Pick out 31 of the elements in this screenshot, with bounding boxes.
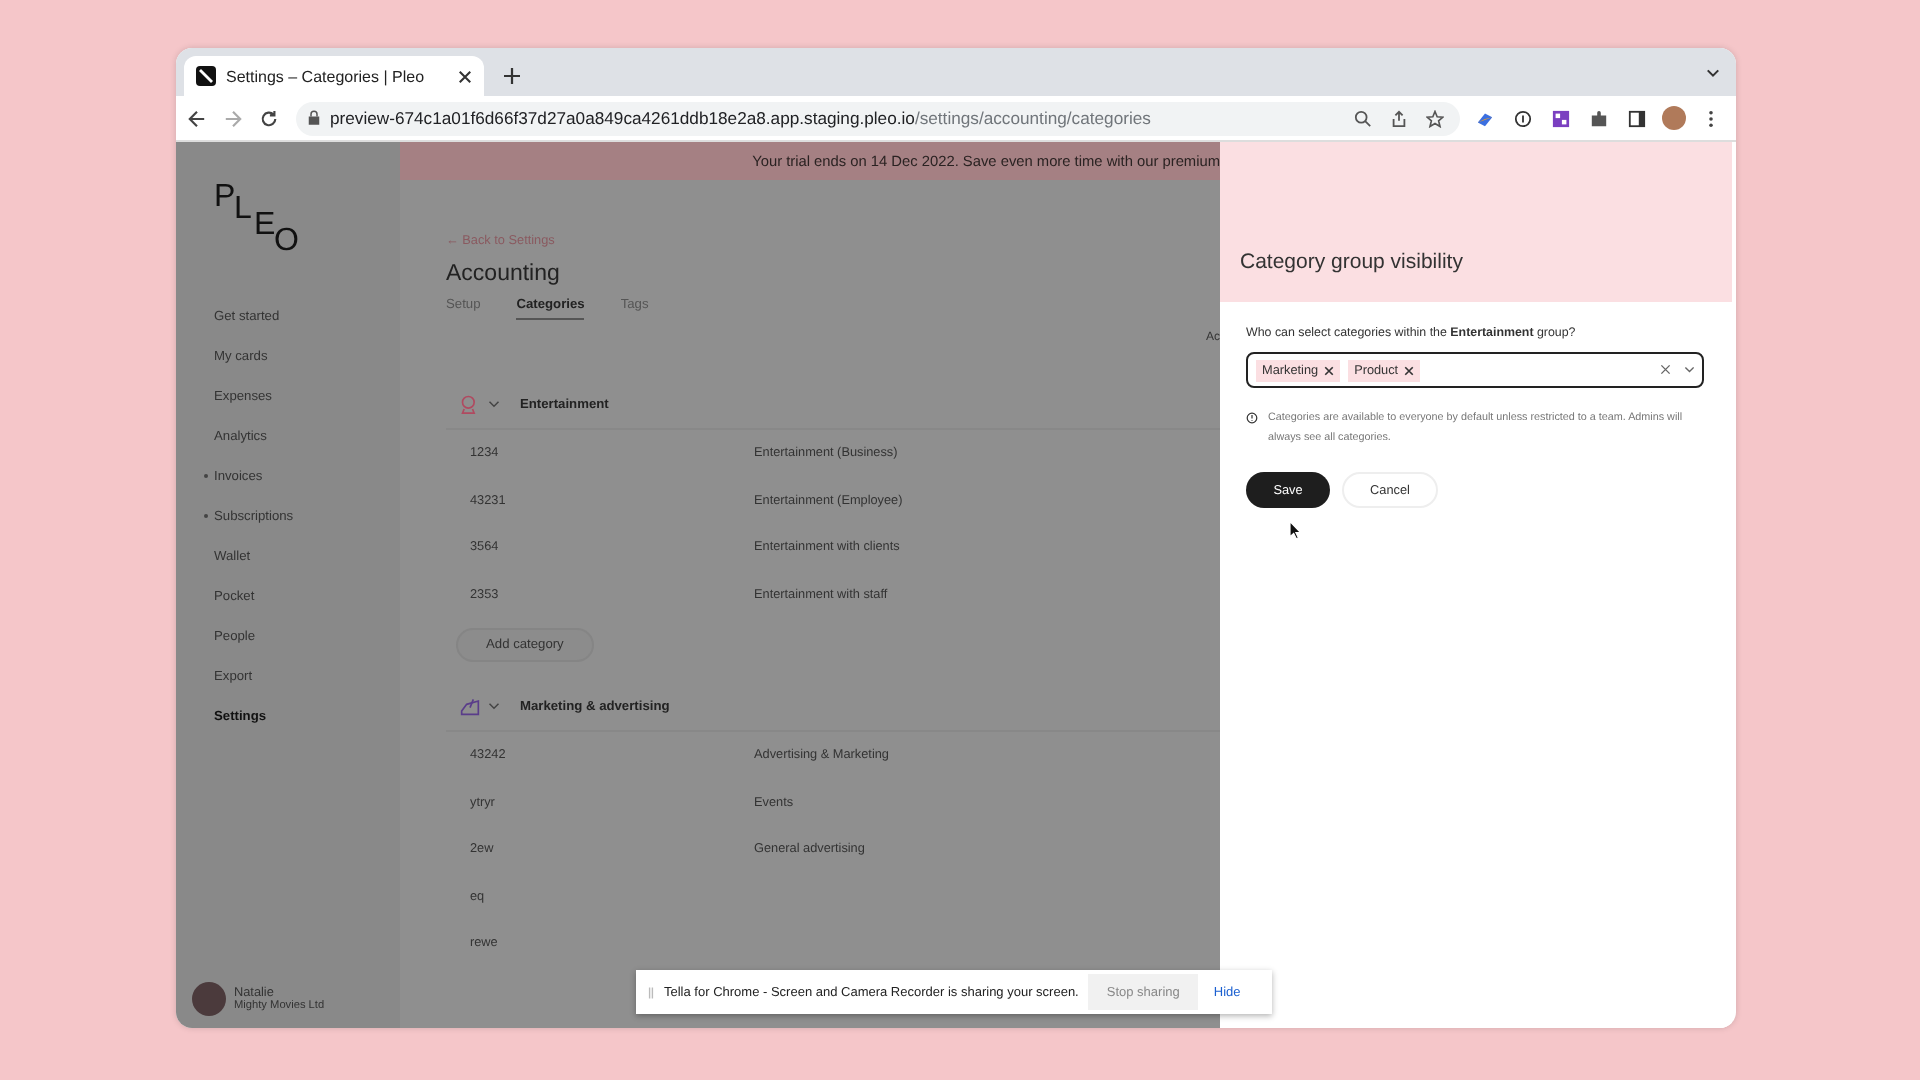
info-icon bbox=[1246, 412, 1258, 424]
remove-icon[interactable] bbox=[1404, 365, 1415, 375]
star-icon[interactable] bbox=[1426, 109, 1444, 127]
lock-icon bbox=[308, 110, 320, 126]
clear-icon[interactable] bbox=[1660, 364, 1671, 376]
reload-icon[interactable] bbox=[260, 109, 278, 127]
page-title: Accounting bbox=[446, 262, 562, 286]
browser-tab[interactable]: Settings – Categories | Pleo bbox=[184, 56, 484, 96]
share-icon[interactable] bbox=[1390, 109, 1408, 127]
extension-icon[interactable] bbox=[1514, 109, 1532, 127]
chevron-down-icon[interactable] bbox=[1706, 66, 1720, 80]
address-bar[interactable]: preview-674c1a01f6d66f37d27a0a849ca4261ddb18e2a8.app.staging.pleo.io/settings/accounting/categories bbox=[296, 101, 1460, 135]
user-avatar bbox=[192, 982, 226, 1016]
back-arrow-icon[interactable] bbox=[188, 109, 206, 127]
panel-title: Category group visibility bbox=[1240, 250, 1463, 274]
remove-icon[interactable] bbox=[1324, 365, 1335, 375]
close-icon[interactable] bbox=[458, 69, 472, 83]
zoom-icon[interactable] bbox=[1354, 109, 1372, 127]
profile-avatar[interactable] bbox=[1662, 106, 1686, 130]
drag-handle-icon[interactable] bbox=[648, 985, 654, 999]
app-favicon-icon bbox=[196, 66, 216, 86]
logo-letter: E bbox=[254, 210, 276, 242]
logo-letter: O bbox=[274, 226, 299, 258]
side-panel-icon[interactable] bbox=[1628, 109, 1646, 127]
extension-icon[interactable] bbox=[1552, 109, 1570, 127]
new-tab-plus-icon[interactable] bbox=[504, 68, 520, 84]
puzzle-icon[interactable] bbox=[1590, 109, 1608, 127]
chevron-down-icon[interactable] bbox=[1683, 364, 1694, 376]
mouse-cursor-icon bbox=[1288, 520, 1302, 540]
logo-letter: P bbox=[214, 182, 236, 214]
logo-letter: L bbox=[234, 194, 252, 226]
